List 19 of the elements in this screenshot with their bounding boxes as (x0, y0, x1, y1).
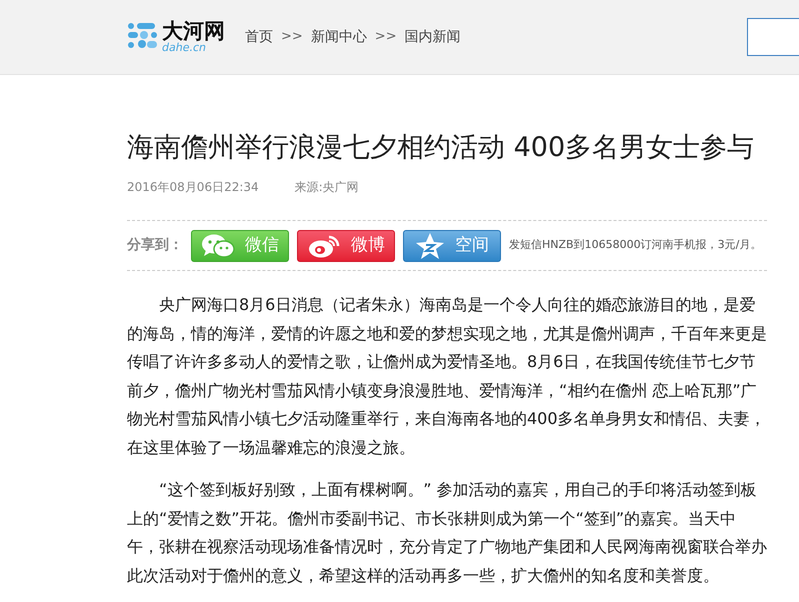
chat-bubbles-icon (201, 232, 235, 258)
publish-date: 2016年08月06日22:34 (127, 179, 259, 196)
share-label: 分享到： (127, 236, 183, 255)
search-field[interactable] (747, 18, 799, 56)
article-title: 海南儋州举行浪漫七夕相约活动 400多名男女士参与 (127, 131, 756, 165)
logo-domain: dahe.cn (162, 42, 206, 53)
breadcrumb-separator: >> (374, 28, 397, 46)
article-paragraph: “这个签到板好别致，上面有棵树啊。” 参加活动的嘉宾，用自己的手印将活动签到板上的“爱情之数”开花。儋州市委副书记、市长张耕则成为第一个“签到”的嘉宾。当天中午，张耕在视察活动现场准备情况时，充分肯定了广物地产集团和人民网海南视窗联合举办此次活动对于儋州的意义，希望这样的活动再多一些，扩大儋州的知名度和美誉度。 (127, 479, 767, 586)
star-icon (415, 232, 445, 260)
share-button[interactable]: 微博 (297, 230, 395, 262)
logo-name: 大河网 (162, 21, 225, 42)
news-source: 来源:央广网 (294, 179, 359, 196)
breadcrumb-link[interactable]: 首页 (245, 26, 273, 48)
breadcrumb-link[interactable]: 国内新闻 (404, 26, 461, 48)
site-logo[interactable]: 大河网 dahe.cn (127, 21, 225, 53)
article-paragraph: 央广网海口8月6日消息（记者朱永）海南岛是一个令人向往的婚恋旅游目的地，是爱的海岛，情的海洋，爱情的许愿之地和爱的梦想实现之地，尤其是儋州调声，千百年来更是传唱了许许多多动人的爱情之歌，让儋州成为爱情圣地。8月6日，在我国传统佳节七夕节前夕，儋州广物光村雪茄风情小镇变身浪漫胜地、爱情海洋，“相约在儋州 恋上哈瓦那”广物光村雪茄风情小镇七夕活动隆重举行，来自海南各地的400多名单身男女和情侣、夫妻，在这里体验了一场温馨难忘的浪漫之旅。 (127, 294, 767, 458)
breadcrumb-separator: >> (281, 28, 303, 46)
breadcrumb-link[interactable]: 新闻中心 (310, 26, 367, 48)
sms-note: 发短信HNZB到10658000订河南手机报，3元/月。 (509, 237, 762, 254)
